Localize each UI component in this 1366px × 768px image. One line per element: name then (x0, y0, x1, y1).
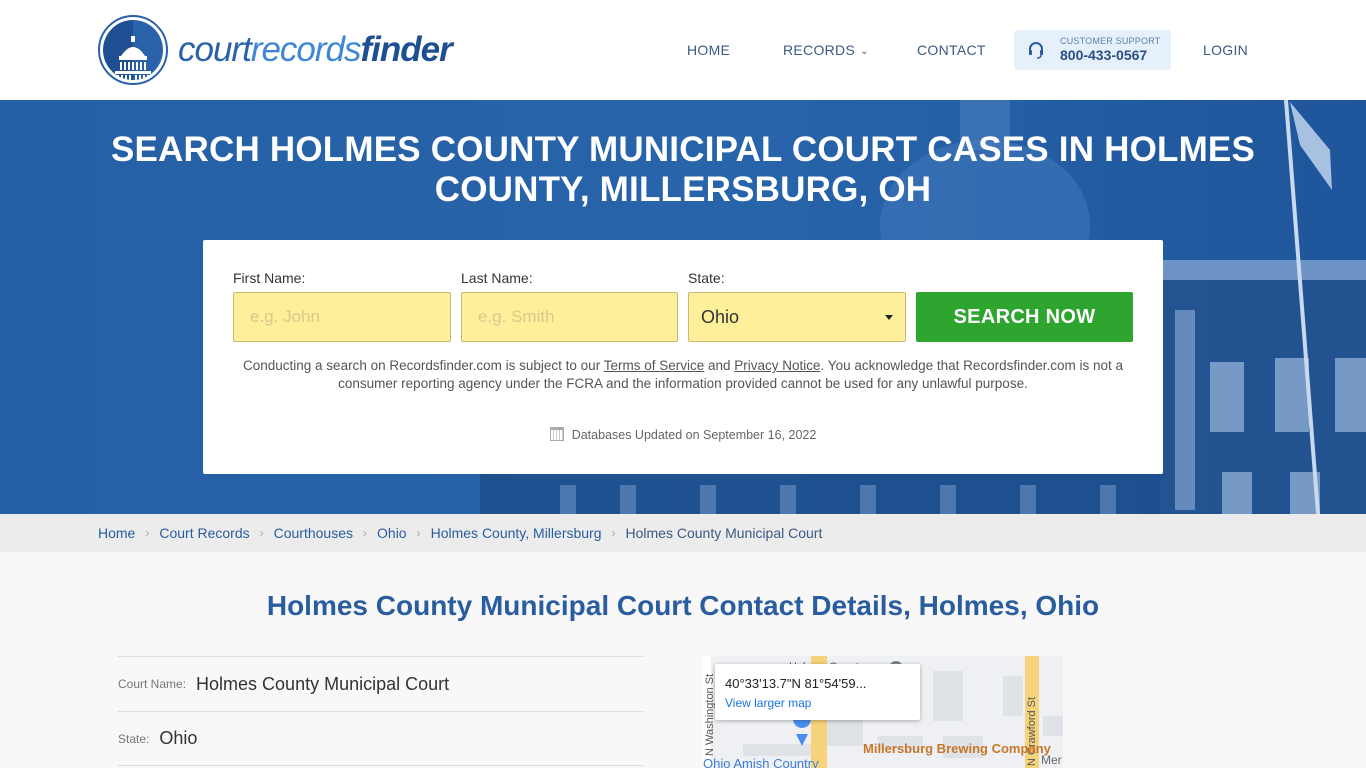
detail-label: State: (118, 731, 150, 746)
map-coordinates: 40°33'13.7"N 81°54'59... (725, 676, 867, 691)
first-name-input[interactable] (233, 292, 451, 342)
database-updated-note: Databases Updated on September 16, 2022 (203, 427, 1163, 442)
detail-value: Ohio (159, 728, 198, 748)
nav-login[interactable]: LOGIN (1203, 30, 1248, 70)
site-header: courtrecordsfinder HOME RECORDS ⌄ CONTACT… (0, 0, 1366, 100)
location-map[interactable]: N Washington St N Crawford St Holmes Cou… (703, 656, 1063, 768)
first-name-label: First Name: (233, 270, 306, 286)
disclaimer-text-2: and (704, 358, 735, 373)
detail-row-state: State: Ohio (118, 711, 643, 766)
last-name-input[interactable] (461, 292, 678, 342)
breadcrumb-home[interactable]: Home (98, 514, 135, 552)
customer-support-box[interactable]: CUSTOMER SUPPORT 800-433-0567 (1014, 30, 1171, 70)
support-label: CUSTOMER SUPPORT (1060, 36, 1161, 46)
chevron-right-icon: › (145, 526, 150, 540)
privacy-notice-link[interactable]: Privacy Notice (734, 358, 820, 373)
chevron-down-icon: ⌄ (860, 46, 869, 57)
chevron-right-icon: › (416, 526, 421, 540)
state-label: State: (688, 270, 725, 286)
hero-section: SEARCH HOLMES COUNTY MUNICIPAL COURT CAS… (0, 100, 1366, 514)
breadcrumb-holmes-county[interactable]: Holmes County, Millersburg (431, 514, 602, 552)
caret-down-icon (885, 315, 893, 320)
map-info-window: 40°33'13.7"N 81°54'59... View larger map (715, 664, 920, 720)
search-now-button[interactable]: SEARCH NOW (916, 292, 1133, 342)
detail-value: Holmes County Municipal Court (196, 673, 450, 694)
calendar-icon (549, 427, 564, 441)
contact-details-title: Holmes County Municipal Court Contact De… (266, 590, 1100, 621)
breadcrumb-court-records[interactable]: Court Records (159, 514, 249, 552)
map-poi-label: Mer (1041, 753, 1062, 767)
last-name-label: Last Name: (461, 270, 533, 286)
nav-records[interactable]: RECORDS ⌄ (783, 30, 869, 70)
search-form: First Name: Last Name: State: Ohio SEARC… (203, 240, 1163, 474)
headset-icon (1029, 42, 1043, 59)
search-disclaimer: Conducting a search on Recordsfinder.com… (243, 357, 1123, 393)
breadcrumb-current: Holmes County Municipal Court (625, 525, 823, 541)
hero-title: SEARCH HOLMES COUNTY MUNICIPAL COURT CAS… (110, 130, 1256, 209)
map-poi-label: Ohio Amish Country (703, 756, 819, 768)
map-poi-label: Millersburg Brewing Company (863, 741, 1052, 756)
breadcrumb-courthouses[interactable]: Courthouses (274, 514, 353, 552)
detail-label: Court Name: (118, 677, 187, 691)
chevron-right-icon: › (259, 526, 264, 540)
nav-home[interactable]: HOME (687, 30, 730, 70)
court-details-list: Court Name: Holmes County Municipal Cour… (118, 656, 643, 766)
nav-contact[interactable]: CONTACT (917, 30, 986, 70)
chevron-right-icon: › (611, 526, 616, 540)
terms-of-service-link[interactable]: Terms of Service (604, 358, 705, 373)
state-selected-value: Ohio (701, 307, 740, 327)
breadcrumb-ohio[interactable]: Ohio (377, 514, 407, 552)
disclaimer-text-1: Conducting a search on Recordsfinder.com… (243, 358, 604, 373)
chevron-right-icon: › (363, 526, 368, 540)
nav-records-label: RECORDS (783, 42, 856, 58)
state-select[interactable]: Ohio (688, 292, 906, 342)
breadcrumb: Home › Court Records › Courthouses › Ohi… (0, 514, 1366, 552)
database-updated-text: Databases Updated on September 16, 2022 (571, 428, 817, 442)
support-phone[interactable]: 800-433-0567 (1060, 47, 1147, 63)
detail-row-court-name: Court Name: Holmes County Municipal Cour… (118, 656, 643, 711)
view-larger-map-link[interactable]: View larger map (725, 696, 811, 710)
